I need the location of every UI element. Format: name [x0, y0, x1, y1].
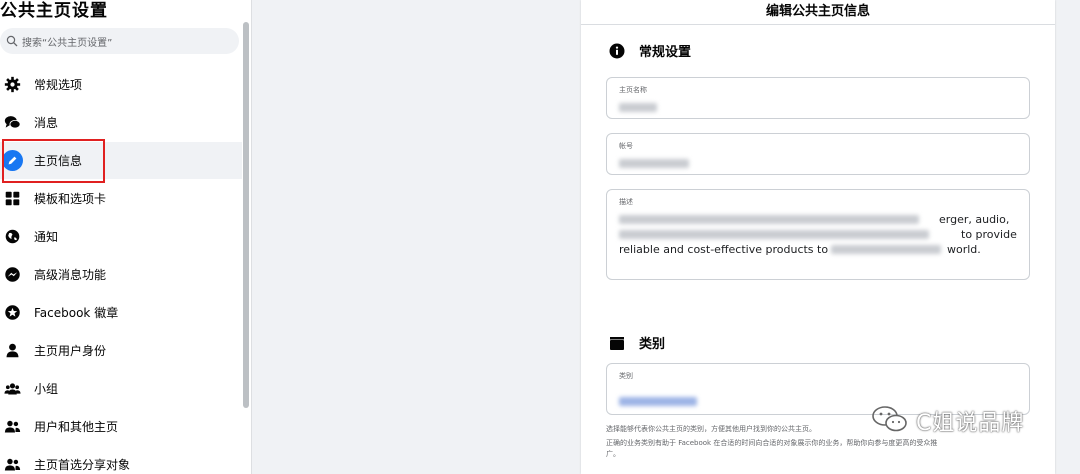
clapperboard-icon	[609, 335, 625, 351]
sidebar-title: 公共主页设置	[0, 1, 108, 21]
description-text-line4: world.	[947, 243, 981, 256]
page-name-label: 主页名称	[619, 86, 647, 94]
sidebar-item-people-and-pages[interactable]: 用户和其他主页	[0, 408, 242, 445]
people-icon	[4, 456, 21, 473]
chat-bubbles-icon	[4, 114, 21, 131]
sidebar-scrollbar[interactable]	[243, 22, 249, 408]
panel-divider	[581, 24, 1055, 25]
sidebar-item-templates[interactable]: 模板和选项卡	[0, 180, 242, 217]
category-hint-line2: 正确的业务类别有助于 Facebook 在合适的时间向合适的对象展示你的业务，帮…	[606, 439, 938, 447]
group-icon	[4, 380, 21, 397]
sidebar-item-label: 小组	[34, 382, 59, 396]
info-icon	[609, 43, 625, 59]
sidebar-item-label: 通知	[34, 230, 59, 244]
sidebar-item-advanced-messaging[interactable]: 高级消息功能	[0, 256, 242, 293]
highlight-annotation-box	[2, 139, 105, 183]
settings-sidebar: 公共主页设置 搜索“公共主页设置” 常规选项 消息 主页信息 模板和选项卡 通知…	[0, 0, 252, 474]
globe-icon	[4, 228, 21, 245]
category-value	[619, 394, 697, 407]
general-settings-header: 常规设置	[609, 41, 691, 60]
search-placeholder: 搜索“公共主页设置”	[22, 37, 113, 49]
sidebar-item-facebook-badges[interactable]: Facebook 徽章	[0, 294, 242, 331]
page-name-field[interactable]: 主页名称	[606, 77, 1030, 119]
description-field[interactable]: 描述 erger, audio, to provide reliable and…	[606, 189, 1030, 280]
search-input[interactable]: 搜索“公共主页设置”	[0, 28, 239, 54]
category-header: 类别	[609, 333, 665, 352]
gear-icon	[4, 76, 21, 93]
description-text-line2: to provide	[961, 228, 1017, 241]
people-icon	[4, 418, 21, 435]
sidebar-item-label: 常规选项	[34, 78, 83, 92]
category-hint-line3: 广。	[606, 450, 620, 458]
sidebar-item-label: Facebook 徽章	[34, 306, 119, 320]
person-icon	[4, 342, 21, 359]
username-field[interactable]: 帐号	[606, 133, 1030, 175]
general-settings-label: 常规设置	[639, 45, 692, 60]
edit-page-info-panel: 编辑公共主页信息 常规设置 主页名称 帐号 描述 erger, audio, t…	[581, 0, 1055, 474]
sidebar-item-label: 消息	[34, 116, 59, 130]
sidebar-item-general[interactable]: 常规选项	[0, 66, 242, 103]
sidebar-item-label: 主页用户身份	[34, 344, 107, 358]
messenger-icon	[4, 266, 21, 283]
sidebar-item-page-roles[interactable]: 主页用户身份	[0, 332, 242, 369]
description-label: 描述	[619, 198, 633, 206]
sidebar-item-label: 用户和其他主页	[34, 420, 119, 434]
sidebar-item-label: 高级消息功能	[34, 268, 107, 282]
sidebar-item-preferred-audience[interactable]: 主页首选分享对象	[0, 446, 242, 474]
wechat-icon	[870, 404, 910, 438]
description-text-line1: erger, audio,	[939, 213, 1010, 226]
search-icon	[6, 35, 18, 47]
username-label: 帐号	[619, 142, 633, 150]
sidebar-item-label: 模板和选项卡	[34, 192, 107, 206]
panel-title: 编辑公共主页信息	[765, 4, 870, 19]
watermark-text: C姐说品牌	[916, 411, 1025, 436]
grid-icon	[4, 190, 21, 207]
username-value	[619, 156, 689, 169]
sidebar-item-label: 主页首选分享对象	[34, 458, 131, 472]
badge-icon	[4, 304, 21, 321]
description-text-line3: reliable and cost-effective products to	[619, 243, 829, 256]
description-value: erger, audio, to provide reliable and co…	[619, 212, 1024, 257]
category-section-label: 类别	[639, 337, 666, 352]
sidebar-item-groups[interactable]: 小组	[0, 370, 242, 407]
sidebar-item-notifications[interactable]: 通知	[0, 218, 242, 255]
watermark: C姐说品牌	[870, 404, 1024, 438]
category-label: 类别	[619, 372, 633, 380]
sidebar-item-messages[interactable]: 消息	[0, 104, 242, 141]
page-name-value	[619, 100, 657, 113]
